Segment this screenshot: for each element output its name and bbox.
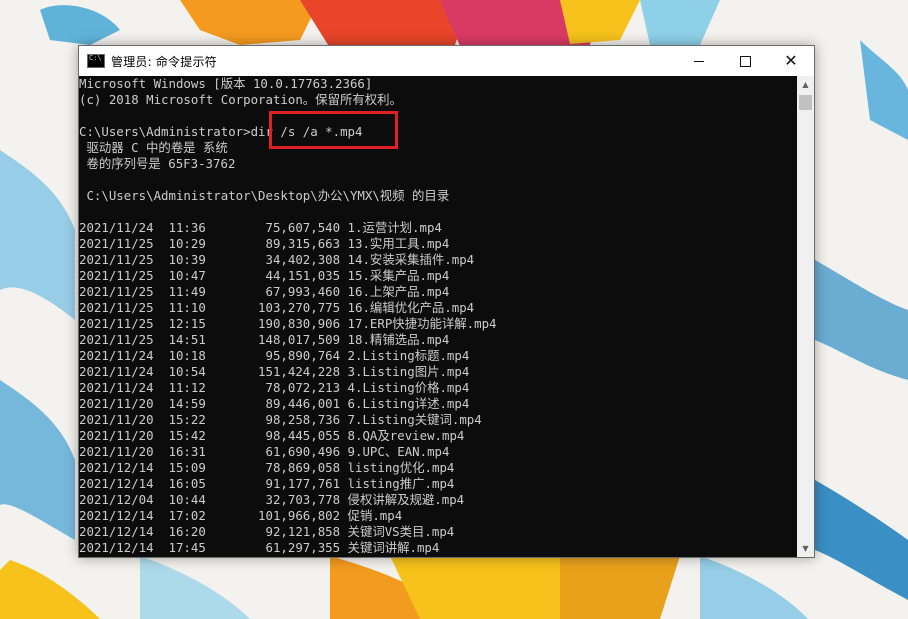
- file-listing-row: 2021/11/24 11:36 75,607,540 1.运营计划.mp4: [79, 220, 442, 235]
- file-listing-row: 2021/11/20 14:59 89,446,001 6.Listing详述.…: [79, 396, 470, 411]
- scroll-thumb[interactable]: [799, 95, 812, 110]
- file-listing-row: 2021/11/25 11:10 103,270,775 16.编辑优化产品.m…: [79, 300, 475, 315]
- file-listing-row: 2021/11/20 16:31 61,690,496 9.UPC、EAN.mp…: [79, 444, 450, 459]
- maximize-button[interactable]: [722, 46, 768, 76]
- file-listing-row: 2021/11/24 10:54 151,424,228 3.Listing图片…: [79, 364, 470, 379]
- console-command-line: C:\Users\Administrator>dir /s /a *.mp4: [79, 124, 363, 139]
- cmd-icon: [87, 54, 105, 68]
- file-listing-row: 2021/11/25 12:15 190,830,906 17.ERP快捷功能详…: [79, 316, 497, 331]
- file-listing-row: 2021/11/25 14:51 148,017,509 18.精铺选品.mp4: [79, 332, 450, 347]
- file-listing-row: 2021/12/14 16:05 91,177,761 listing推广.mp…: [79, 476, 455, 491]
- console-line: 卷的序列号是 65F3-3762: [79, 156, 236, 171]
- file-listing-row: 2021/12/14 17:02 101,966,802 促销.mp4: [79, 508, 403, 523]
- close-icon: ✕: [784, 51, 798, 70]
- file-listing-row: 2021/11/20 15:22 98,258,736 7.Listing关键词…: [79, 412, 482, 427]
- title-bar[interactable]: 管理员: 命令提示符 ✕: [79, 46, 814, 76]
- file-listing-row: 2021/11/24 11:12 78,072,213 4.Listing价格.…: [79, 380, 470, 395]
- console-line: C:\Users\Administrator\Desktop\办公\YMX\视频…: [79, 188, 450, 203]
- file-listing-row: 2021/11/25 10:39 34,402,308 14.安装采集插件.mp…: [79, 252, 475, 267]
- command-prompt-window[interactable]: 管理员: 命令提示符 ✕ Microsoft Windows [版本 10.0.…: [78, 45, 815, 558]
- vertical-scrollbar[interactable]: ▲ ▼: [797, 76, 814, 557]
- close-button[interactable]: ✕: [768, 46, 814, 76]
- file-listing-row: 2021/12/14 15:09 78,869,058 listing优化.mp…: [79, 460, 455, 475]
- file-listing-row: 2021/12/14 16:20 92,121,858 关键词VS类目.mp4: [79, 524, 455, 539]
- window-title: 管理员: 命令提示符: [111, 54, 217, 69]
- file-listing-row: 2021/11/20 15:42 98,445,055 8.QA及review.…: [79, 428, 465, 443]
- file-listing-row: 2021/11/25 10:47 44,151,035 15.采集产品.mp4: [79, 268, 450, 283]
- console-output[interactable]: Microsoft Windows [版本 10.0.17763.2366] (…: [79, 76, 796, 557]
- console-line: 驱动器 C 中的卷是 系统: [79, 140, 228, 155]
- file-listing-row: 2021/12/04 10:44 32,703,778 侵权讲解及规避.mp4: [79, 492, 465, 507]
- scroll-up-arrow-icon[interactable]: ▲: [797, 76, 814, 93]
- console-line: Microsoft Windows [版本 10.0.17763.2366]: [79, 76, 373, 91]
- file-listing-row: 2021/11/24 10:18 95,890,764 2.Listing标题.…: [79, 348, 470, 363]
- scroll-down-arrow-icon[interactable]: ▼: [797, 540, 814, 557]
- console-line: (c) 2018 Microsoft Corporation。保留所有权利。: [79, 92, 402, 107]
- command-highlight-box: [269, 111, 398, 149]
- minimize-button[interactable]: [676, 46, 722, 76]
- file-listing-row: 2021/11/25 11:49 67,993,460 16.上架产品.mp4: [79, 284, 450, 299]
- minimize-icon: [694, 60, 704, 62]
- file-listing-row: 2021/12/14 17:45 61,297,355 关键词讲解.mp4: [79, 540, 440, 555]
- file-listing-row: 2021/11/25 10:29 89,315,663 13.实用工具.mp4: [79, 236, 450, 251]
- maximize-icon: [739, 55, 751, 67]
